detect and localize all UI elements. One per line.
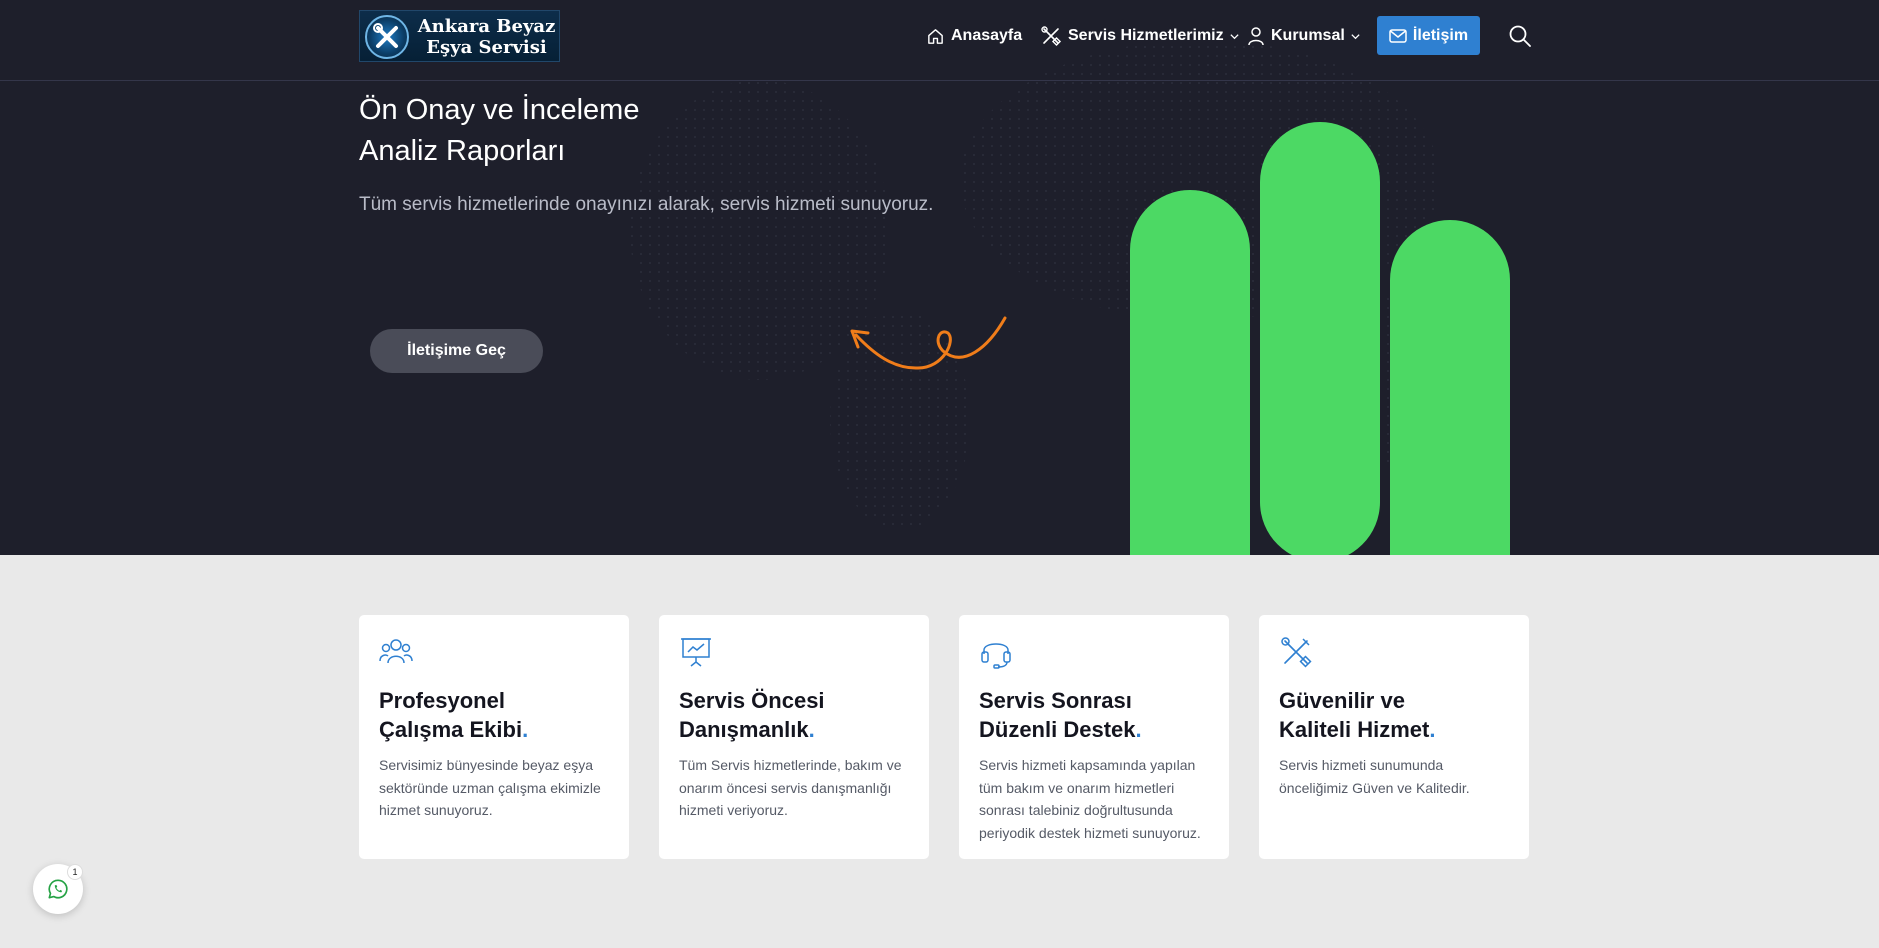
feature-card-description: Tüm Servis hizmetlerinde, bakım ve onarı… <box>679 757 902 818</box>
site-logo[interactable]: Ankara Beyaz Eşya Servisi <box>359 10 560 62</box>
presentation-icon <box>681 638 711 667</box>
feature-card-title: Servis Sonrası Düzenli Destek. <box>979 688 1142 742</box>
search-button[interactable] <box>1508 24 1532 48</box>
feature-card-title: Servis Öncesi Danışmanlık. <box>679 688 825 742</box>
world-map-dots-background <box>630 40 1510 530</box>
whatsapp-notification-badge: 1 <box>67 864 83 880</box>
nav-home-label: Anasayfa <box>951 27 1023 44</box>
home-icon <box>928 28 943 44</box>
hero-green-bar-left <box>1130 190 1250 555</box>
logo-text: Ankara Beyaz Eşya Servisi <box>414 16 559 58</box>
feature-card-title: Güvenilir ve Kaliteli Hizmet. <box>1279 688 1436 742</box>
feature-title-line2: Danışmanlık <box>679 717 809 742</box>
nav-item-services[interactable]: Servis Hizmetlerimiz <box>1040 17 1240 55</box>
feature-card-quality: Güvenilir ve Kaliteli Hizmet. Servis hiz… <box>1259 615 1529 859</box>
nav-corporate-label: Kurumsal <box>1271 27 1345 44</box>
logo-text-line2: Eşya Servisi <box>426 37 547 58</box>
logo-text-line1: Ankara Beyaz <box>417 16 556 37</box>
tools-icon <box>1281 637 1312 668</box>
feature-card-consulting: Servis Öncesi Danışmanlık. Tüm Servis hi… <box>659 615 929 859</box>
user-icon <box>1248 27 1264 46</box>
logo-tools-icon <box>365 15 409 59</box>
feature-title-line2: Çalışma Ekibi <box>379 717 523 742</box>
feature-title-line2: Düzenli Destek <box>979 717 1136 742</box>
feature-title-line1: Servis Öncesi <box>679 688 825 713</box>
team-icon <box>379 639 413 664</box>
feature-title-line1: Profesyonel <box>379 688 505 713</box>
headset-icon <box>981 643 1011 669</box>
feature-title-line2: Kaliteli Hizmet <box>1279 717 1430 742</box>
feature-card-title: Profesyonel Çalışma Ekibi. <box>379 688 529 742</box>
chevron-down-icon <box>1230 33 1239 39</box>
hero-title: Ön Onay ve İnceleme Analiz Raporları <box>359 90 639 172</box>
contact-cta-button[interactable]: İletişime Geç <box>370 329 543 373</box>
feature-title-line1: Servis Sonrası <box>979 688 1132 713</box>
hero-section: Ön Onay ve İnceleme Analiz Raporları Tüm… <box>0 0 1879 555</box>
nav-item-corporate[interactable]: Kurumsal <box>1247 17 1361 55</box>
hero-title-line1: Ön Onay ve İnceleme <box>359 94 640 126</box>
feature-card-description: Servisimiz bünyesinde beyaz eşya sektörü… <box>379 757 601 818</box>
chevron-down-icon <box>1351 33 1360 39</box>
feature-title-line1: Güvenilir ve <box>1279 688 1405 713</box>
nav-item-home[interactable]: Anasayfa <box>926 17 1022 55</box>
hero-green-bar-right <box>1390 220 1510 555</box>
hero-subtitle: Tüm servis hizmetlerinde onayınızı alara… <box>359 194 934 215</box>
whatsapp-icon <box>48 879 68 899</box>
contact-button-label: İletişim <box>1412 26 1469 44</box>
search-icon <box>1509 25 1531 47</box>
feature-card-description: Servis hizmeti kapsamında yapılan tüm ba… <box>979 757 1201 841</box>
decorative-arrow-squiggle <box>850 316 1007 370</box>
nav-services-label: Servis Hizmetlerimiz <box>1068 27 1224 44</box>
contact-button[interactable]: İletişim <box>1377 16 1480 55</box>
feature-card-description: Servis hizmeti sunumunda önceliğimiz Güv… <box>1279 757 1470 796</box>
envelope-icon <box>1389 28 1407 43</box>
feature-card-support: Servis Sonrası Düzenli Destek. Servis hi… <box>959 615 1229 859</box>
hero-title-line2: Analiz Raporları <box>359 135 566 167</box>
feature-card-team: Profesyonel Çalışma Ekibi. Servisimiz bü… <box>359 615 629 859</box>
hero-green-bar-middle <box>1260 122 1380 555</box>
site-header: Ankara Beyaz Eşya Servisi Anasayfa Servi… <box>0 0 1879 81</box>
tools-icon <box>1041 26 1062 47</box>
